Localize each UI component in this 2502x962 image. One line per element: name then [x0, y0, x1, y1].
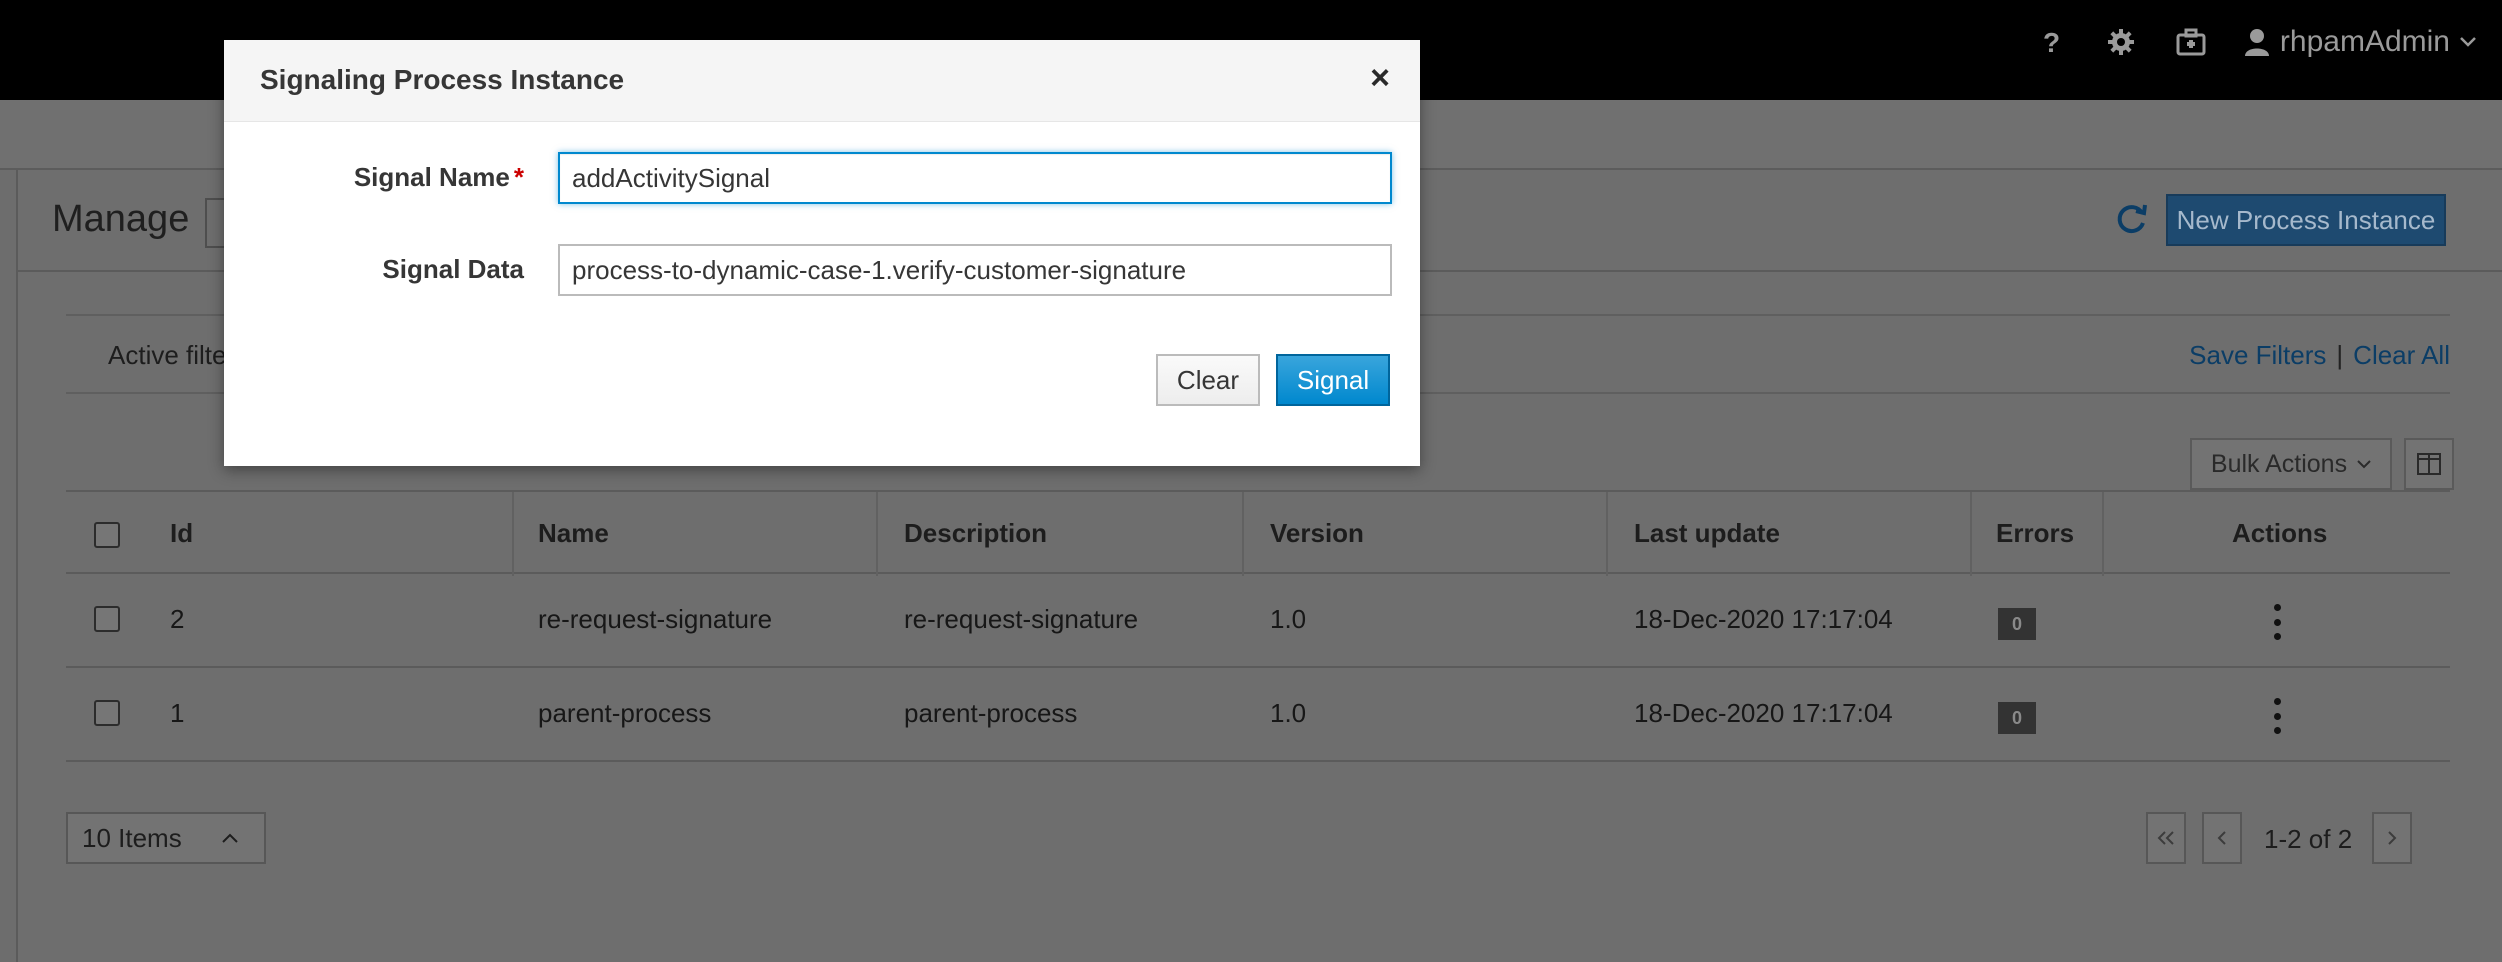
new-process-instance-button[interactable]: New Process Instance [2166, 194, 2446, 246]
column-separator [1970, 492, 1972, 576]
chevron-down-icon [2460, 37, 2476, 47]
kebab-menu-icon[interactable] [2270, 604, 2284, 640]
cell-last-update: 18-Dec-2020 17:17:04 [1634, 604, 1893, 634]
column-header-last-update[interactable]: Last update [1634, 518, 1780, 549]
close-icon[interactable]: × [1360, 58, 1400, 98]
chevron-up-icon [222, 833, 238, 843]
column-separator [1606, 492, 1608, 576]
first-page-button[interactable] [2146, 812, 2186, 864]
table-row[interactable]: 1 parent-process parent-process 1.0 18-D… [66, 668, 2450, 762]
cell-version: 1.0 [1270, 604, 1307, 634]
filter-links: Save Filters | Clear All [2189, 340, 2450, 371]
previous-page-button[interactable] [2202, 812, 2242, 864]
pagination-range: 1-2 of 2 [2264, 824, 2353, 854]
chevron-down-icon [2357, 459, 2371, 468]
cell-id: 2 [170, 604, 185, 634]
signal-name-input[interactable] [558, 152, 1392, 204]
column-header-version[interactable]: Version [1270, 518, 1364, 549]
double-chevron-left-icon [2157, 831, 2174, 845]
column-separator [1242, 492, 1244, 576]
cell-id: 1 [170, 698, 185, 728]
cell-name: re-request-signature [538, 604, 773, 634]
signal-button[interactable]: Signal [1276, 354, 1390, 406]
user-icon [2244, 29, 2269, 56]
columns-icon [2417, 453, 2441, 475]
masthead-utilities: ? rhpamAdmin [2034, 0, 2476, 84]
required-indicator: * [513, 162, 524, 192]
gear-icon[interactable] [2104, 25, 2138, 59]
user-menu[interactable]: rhpamAdmin [2244, 25, 2476, 59]
filter-links-separator: | [2336, 340, 2344, 370]
column-separator [876, 492, 878, 576]
row-checkbox[interactable] [94, 700, 120, 726]
column-header-name[interactable]: Name [538, 518, 609, 549]
clear-button[interactable]: Clear [1156, 354, 1260, 406]
column-separator [2102, 492, 2104, 576]
signal-process-instance-dialog: Signaling Process Instance × Signal Name… [224, 40, 1420, 466]
select-all-checkbox[interactable] [94, 522, 120, 548]
signal-data-input[interactable] [558, 244, 1392, 296]
column-header-description[interactable]: Description [904, 518, 1047, 549]
user-name: rhpamAdmin [2279, 25, 2450, 58]
cell-version: 1.0 [1270, 698, 1307, 728]
dialog-header: Signaling Process Instance × [224, 40, 1420, 122]
refresh-icon[interactable] [2112, 200, 2150, 238]
column-picker-button[interactable] [2404, 438, 2454, 490]
chevron-right-icon [2388, 831, 2397, 845]
bulk-actions-dropdown[interactable]: Bulk Actions [2190, 438, 2392, 490]
errors-badge[interactable]: 0 [1998, 702, 2036, 734]
cell-last-update: 18-Dec-2020 17:17:04 [1634, 698, 1893, 728]
items-per-page-label: 10 Items [82, 822, 182, 853]
column-header-id[interactable]: Id [170, 518, 193, 549]
active-filters-label: Active filte [108, 340, 227, 370]
save-filters-link[interactable]: Save Filters [2189, 340, 2326, 371]
row-checkbox[interactable] [94, 606, 120, 632]
signal-name-label-text: Signal Name [353, 162, 510, 192]
column-header-actions: Actions [2232, 518, 2328, 548]
signal-name-label: Signal Name * [294, 162, 524, 193]
cell-description: parent-process [904, 698, 1078, 728]
items-per-page-select[interactable]: 10 Items [66, 812, 266, 864]
dialog-title: Signaling Process Instance [260, 64, 625, 95]
kebab-menu-icon[interactable] [2270, 698, 2284, 734]
process-instances-table: Id Name Description Version Last update … [66, 490, 2450, 762]
next-page-button[interactable] [2372, 812, 2412, 864]
chevron-left-icon [2217, 831, 2226, 845]
help-icon[interactable]: ? [2034, 25, 2068, 59]
table-row[interactable]: 2 re-request-signature re-request-signat… [66, 574, 2450, 668]
table-header: Id Name Description Version Last update … [66, 490, 2450, 576]
column-header-errors[interactable]: Errors [1996, 518, 2074, 549]
svg-text:?: ? [2043, 27, 2060, 57]
bulk-actions-label: Bulk Actions [2210, 449, 2348, 478]
cell-description: re-request-signature [904, 604, 1139, 634]
column-separator [512, 492, 514, 576]
errors-badge[interactable]: 0 [1998, 608, 2036, 640]
signal-data-label: Signal Data [382, 254, 524, 284]
briefcase-icon[interactable] [2174, 25, 2208, 59]
page-title: Manage [52, 198, 190, 240]
cell-name: parent-process [538, 698, 712, 728]
clear-all-link[interactable]: Clear All [2353, 340, 2450, 371]
